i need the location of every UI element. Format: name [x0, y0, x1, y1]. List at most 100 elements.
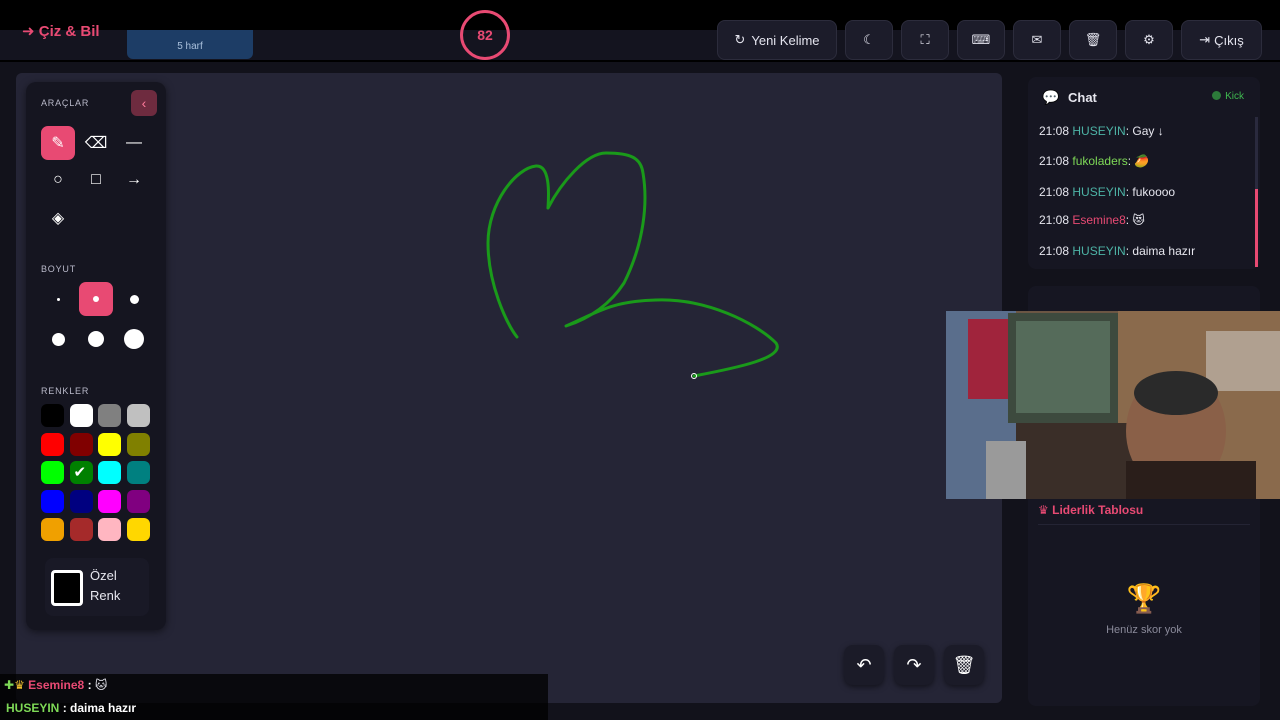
refresh-icon: ↻ — [734, 32, 746, 47]
size-dot-icon — [51, 332, 65, 346]
online-dot-icon — [1212, 91, 1222, 100]
color-swatch[interactable] — [126, 518, 150, 541]
overlay-user: HUSEYIN — [6, 701, 60, 715]
redo-button[interactable]: ↷ — [894, 645, 934, 685]
size-option-6[interactable] — [117, 322, 151, 356]
color-swatch[interactable] — [98, 518, 121, 541]
size-option-2[interactable] — [79, 282, 113, 316]
color-swatch[interactable] — [41, 404, 64, 427]
color-swatch[interactable]: ✔ — [69, 461, 93, 484]
mail-icon: ✉ — [1031, 32, 1043, 47]
message-user[interactable]: HUSEYIN — [1072, 185, 1125, 199]
size-option-1[interactable] — [41, 282, 75, 316]
size-dot-icon — [93, 296, 99, 302]
gear-icon: ⚙ — [1143, 32, 1155, 47]
message-user[interactable]: HUSEYIN — [1072, 124, 1125, 138]
message-user[interactable]: HUSEYIN — [1072, 244, 1125, 258]
settings-button[interactable]: ⚙ — [1125, 20, 1173, 60]
fill-tool[interactable]: ◈ — [41, 201, 75, 235]
color-swatch[interactable] — [41, 489, 64, 513]
message-time: 21:08 — [1039, 124, 1070, 138]
mail-button[interactable]: ✉ — [1013, 20, 1061, 60]
leaderboard-title-text: Liderlik Tablosu — [1052, 503, 1144, 517]
fullscreen-button[interactable]: ⛶ — [901, 20, 949, 60]
keyboard-button[interactable]: ⌨ — [957, 20, 1005, 60]
clear-canvas-button[interactable]: 🗑 — [944, 645, 984, 685]
color-swatch[interactable] — [41, 432, 64, 456]
new-word-button[interactable]: ↻ Yeni Kelime — [717, 20, 837, 60]
app-logo-text: Çiz & Bil — [38, 23, 100, 40]
kick-status-label: Kick — [1225, 91, 1244, 102]
message-text: 😻 — [1132, 213, 1145, 227]
empty-leaderboard-text: Henüz skor yok — [1106, 624, 1182, 636]
color-swatch[interactable] — [69, 489, 93, 513]
circle-tool[interactable]: ○ — [41, 163, 75, 197]
fullscreen-icon: ⛶ — [920, 32, 930, 47]
exit-button[interactable]: ⇥ Çıkış — [1181, 20, 1262, 60]
trash-icon: 🗑 — [1084, 32, 1102, 47]
color-swatch[interactable] — [126, 432, 150, 456]
color-swatch[interactable] — [126, 461, 150, 484]
size-option-3[interactable] — [117, 282, 151, 316]
color-swatch[interactable] — [69, 432, 93, 456]
undo-button[interactable]: ↶ — [844, 645, 884, 685]
message-time: 21:08 — [1039, 213, 1070, 227]
size-heading: BOYUT — [41, 264, 77, 274]
chat-title: Chat — [1068, 90, 1097, 105]
crown-icon: ♛ — [1038, 503, 1049, 517]
size-option-5[interactable] — [79, 322, 113, 356]
brush-tool[interactable]: ✎ — [41, 126, 75, 160]
color-swatch[interactable] — [126, 404, 150, 427]
message-time: 21:08 — [1039, 185, 1070, 199]
arrow-tool[interactable]: → — [117, 163, 151, 197]
kick-status: Kick — [1212, 91, 1244, 102]
chat-scrollbar-thumb[interactable] — [1255, 189, 1258, 267]
keyboard-icon: ⌨ — [971, 32, 991, 47]
trash-icon: 🗑 — [952, 654, 976, 675]
color-swatch[interactable] — [69, 518, 93, 541]
color-swatch[interactable] — [69, 404, 93, 427]
color-swatch[interactable] — [41, 518, 64, 541]
color-swatch[interactable] — [98, 489, 121, 513]
trash-button[interactable]: 🗑 — [1069, 20, 1117, 60]
top-bar: ➜ Çiz & Bil 5 harf 82 ↻ Yeni Kelime ☾ ⛶ … — [0, 0, 1280, 60]
collapse-panel-button[interactable]: ‹ — [131, 90, 157, 116]
line-icon: — — [126, 134, 142, 151]
overlay-user: Esemine8 — [28, 678, 85, 692]
message-user[interactable]: fukoladers — [1072, 154, 1127, 168]
chat-bubbles-icon: 💬 — [1042, 89, 1060, 105]
line-tool[interactable]: — — [117, 126, 151, 160]
overlay-line-1: ✚♛ Esemine8 : 🐱 — [4, 678, 108, 692]
eraser-icon: ⌫ — [84, 135, 108, 152]
chat-message: 21:08 HUSEYIN: Gay ↓ — [1039, 124, 1164, 138]
color-swatch[interactable] — [126, 489, 150, 513]
color-swatch[interactable] — [98, 404, 121, 427]
size-dot-icon — [56, 297, 60, 301]
overlay-text: daima hazır — [70, 701, 137, 715]
chat-scrollbar[interactable] — [1255, 117, 1258, 267]
exit-icon: ⇥ — [1199, 32, 1211, 47]
webcam-image — [946, 311, 1280, 499]
trophy-icon: 🏆 — [1126, 583, 1162, 614]
timer-value: 82 — [477, 27, 493, 43]
size-option-4[interactable] — [41, 322, 75, 356]
word-hint: 5 harf — [177, 41, 203, 52]
size-dot-icon — [88, 331, 104, 347]
chevron-left-icon: ‹ — [141, 95, 147, 111]
app-logo[interactable]: ➜ Çiz & Bil — [22, 22, 100, 40]
theme-toggle-button[interactable]: ☾ — [845, 20, 893, 60]
custom-color-label: Özel Renk — [90, 568, 121, 603]
colors-heading: RENKLER — [41, 386, 90, 396]
color-swatch[interactable] — [98, 461, 121, 484]
heart-stroke — [486, 151, 779, 378]
eraser-tool[interactable]: ⌫ — [79, 126, 113, 160]
message-user[interactable]: Esemine8 — [1072, 213, 1125, 227]
rectangle-tool[interactable]: □ — [79, 163, 113, 197]
custom-color-button[interactable]: Özel Renk — [45, 558, 149, 616]
color-swatch[interactable] — [98, 432, 121, 456]
arrow-right-icon: → — [126, 171, 142, 188]
chat-message: 21:08 fukoladers: 🥭 — [1039, 154, 1150, 168]
size-dot-icon — [129, 294, 139, 304]
checkmark-icon: ✔ — [73, 464, 87, 481]
color-swatch[interactable] — [41, 461, 64, 484]
